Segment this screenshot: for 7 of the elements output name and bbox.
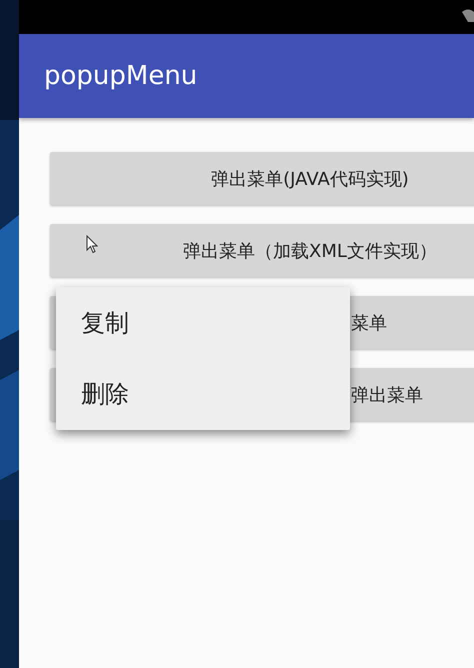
menu-button[interactable]: 弹出菜单(JAVA代码实现) (50, 152, 474, 205)
app-title: popupMenu (44, 61, 198, 91)
menu-item[interactable]: 删除 (56, 358, 350, 430)
wifi-icon (462, 8, 474, 22)
cursor-icon (86, 235, 98, 254)
menu-button[interactable]: 弹出菜单（加载XML文件实现） (50, 224, 474, 277)
menu-item[interactable]: 复制 (56, 288, 350, 358)
